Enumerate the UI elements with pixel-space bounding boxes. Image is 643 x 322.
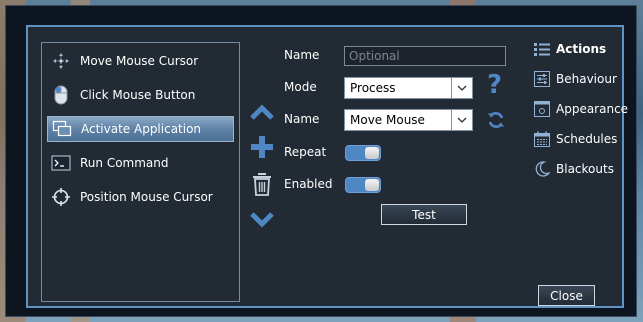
- nav-label: Blackouts: [556, 162, 614, 176]
- enabled-label: Enabled: [284, 177, 333, 191]
- process-name-label: Name: [284, 112, 320, 126]
- add-action-button[interactable]: [249, 134, 275, 160]
- close-button[interactable]: Close: [538, 285, 595, 306]
- list-item-label: Click Mouse Button: [80, 88, 196, 102]
- toggle-knob: [365, 179, 379, 191]
- name-label: Name: [284, 48, 320, 62]
- process-name-select[interactable]: Move Mouse: [344, 109, 473, 131]
- refresh-icon[interactable]: [486, 110, 506, 130]
- mode-value: Process: [350, 81, 396, 95]
- help-icon[interactable]: ?: [487, 70, 502, 100]
- repeat-label: Repeat: [284, 145, 327, 159]
- list-item-label: Run Command: [80, 156, 169, 170]
- list-item-label: Activate Application: [81, 122, 202, 136]
- process-name-value: Move Mouse: [350, 113, 425, 127]
- chevron-down-icon: [451, 78, 472, 98]
- list-item-label: Position Mouse Cursor: [80, 190, 213, 204]
- settings-panel: Move Mouse Cursor Click Mouse Button Act…: [26, 25, 628, 308]
- calendar-icon: [533, 130, 551, 148]
- enabled-toggle[interactable]: [345, 177, 381, 193]
- chevron-down-icon: [250, 212, 274, 228]
- chevron-up-icon: [250, 104, 274, 120]
- crosshair-icon: [51, 187, 71, 207]
- plus-icon: [251, 136, 273, 158]
- move-up-button[interactable]: [249, 102, 275, 122]
- mode-label: Mode: [284, 80, 317, 94]
- repeat-toggle[interactable]: [345, 145, 381, 161]
- list-item-click-mouse-button[interactable]: Click Mouse Button: [47, 82, 234, 108]
- chevron-down-icon: [451, 110, 472, 130]
- nav-label: Actions: [556, 42, 607, 56]
- settings-window: Move Mouse Cursor Click Mouse Button Act…: [5, 5, 637, 317]
- nav-label: Behaviour: [556, 72, 617, 86]
- name-field[interactable]: Optional: [344, 46, 506, 66]
- nav-label: Schedules: [556, 132, 618, 146]
- name-placeholder: Optional: [349, 49, 400, 63]
- appearance-icon: [533, 100, 551, 118]
- list-item-position-mouse-cursor[interactable]: Position Mouse Cursor: [47, 184, 234, 210]
- nav-item-appearance[interactable]: Appearance: [533, 99, 628, 119]
- nav-item-behaviour[interactable]: Behaviour: [533, 69, 617, 89]
- mouse-icon: [51, 85, 71, 105]
- move-down-button[interactable]: [249, 210, 275, 230]
- list-item-move-mouse-cursor[interactable]: Move Mouse Cursor: [47, 48, 234, 74]
- list-item-activate-application[interactable]: Activate Application: [47, 116, 234, 142]
- nav-item-blackouts[interactable]: Blackouts: [533, 159, 614, 179]
- terminal-icon: [51, 153, 71, 173]
- test-button[interactable]: Test: [381, 204, 467, 225]
- list-item-run-command[interactable]: Run Command: [47, 150, 234, 176]
- list-icon: [533, 40, 551, 58]
- moon-icon: [533, 160, 551, 178]
- nav-label: Appearance: [556, 102, 629, 116]
- delete-action-button[interactable]: [251, 171, 273, 197]
- sliders-icon: [533, 70, 551, 88]
- mode-select[interactable]: Process: [344, 77, 473, 99]
- move-cursor-icon: [51, 51, 71, 71]
- windows-icon: [52, 119, 72, 139]
- list-item-label: Move Mouse Cursor: [80, 54, 199, 68]
- nav-item-schedules[interactable]: Schedules: [533, 129, 617, 149]
- nav-item-actions[interactable]: Actions: [533, 39, 606, 59]
- actions-list[interactable]: Move Mouse Cursor Click Mouse Button Act…: [41, 42, 240, 302]
- trash-icon: [253, 173, 271, 196]
- toggle-knob: [365, 147, 379, 159]
